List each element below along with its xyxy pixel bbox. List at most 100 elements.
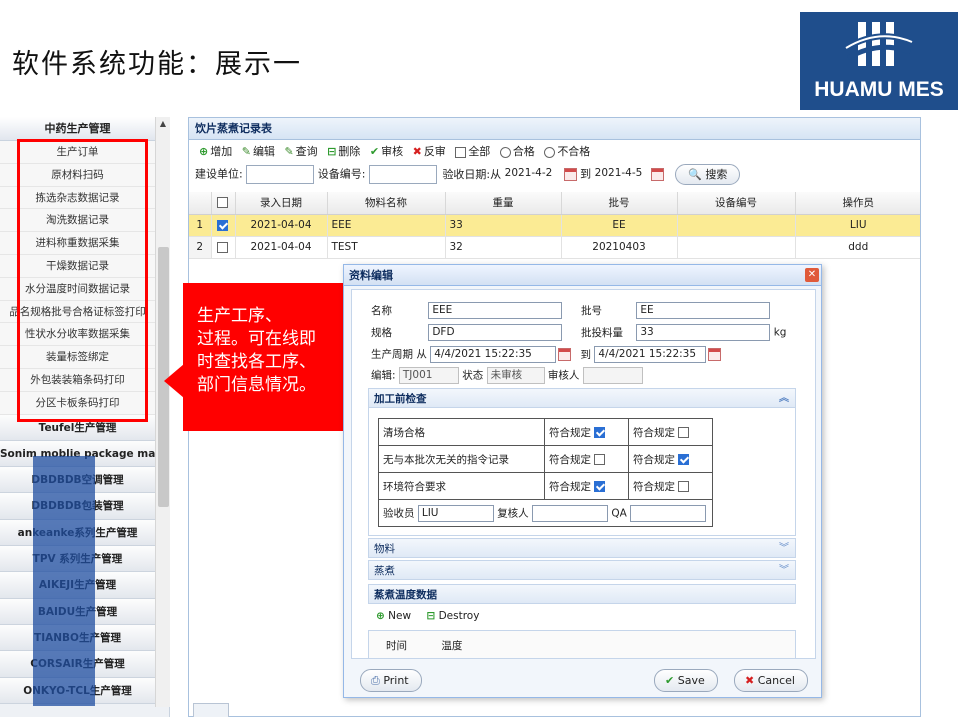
table-row[interactable]: 2 2021-04-04 TEST 32 20210403 ddd	[189, 236, 920, 259]
unaudit-button[interactable]: ✖ 反审	[413, 143, 446, 159]
destroy-button[interactable]: ⊟ Destroy	[426, 610, 479, 622]
name-input[interactable]: EEE	[428, 302, 563, 319]
menu-item[interactable]: 生产订单	[0, 141, 155, 164]
scroll-up-icon[interactable]: ▲	[156, 117, 170, 131]
date-to-input[interactable]: 2021-4-5	[594, 165, 649, 184]
menu-item[interactable]: 品名规格批号合格证标签打印	[0, 301, 155, 324]
row-select[interactable]	[211, 214, 236, 237]
col-header[interactable]: 物料名称	[327, 192, 446, 215]
menu-group-header[interactable]: DBDBDB空调管理	[0, 467, 155, 494]
menu-item[interactable]: 装量标签绑定	[0, 346, 155, 369]
audit-button[interactable]: ✔ 审核	[370, 143, 403, 159]
menu-group-header-active[interactable]: 中药生产管理	[0, 117, 155, 141]
bottom-tab[interactable]	[193, 703, 229, 717]
checkbox-checked-icon[interactable]	[678, 454, 690, 465]
checkbox-icon[interactable]	[216, 197, 228, 209]
menu-item[interactable]: 淘洗数据记录	[0, 209, 155, 233]
menu-item[interactable]: 水分温度时间数据记录	[0, 278, 155, 301]
chevron-up-icon[interactable]: ︽	[779, 389, 789, 409]
code-input[interactable]: TJ001	[398, 367, 459, 384]
qa-input[interactable]	[630, 504, 707, 522]
inspector-input[interactable]: LIU	[417, 504, 494, 522]
menu-item[interactable]: 原材料扫码	[0, 164, 155, 187]
col-header[interactable]: 批号	[561, 192, 678, 215]
table-row[interactable]: 1 2021-04-04 EEE 33 EE LIU	[189, 214, 920, 237]
row-select[interactable]	[211, 236, 236, 259]
qty-input[interactable]: 33	[636, 324, 771, 341]
unit-input[interactable]	[246, 165, 315, 184]
batch-input[interactable]: EE	[636, 302, 771, 319]
dialog-title-bar[interactable]: 资料编辑 ✕	[344, 265, 821, 286]
section-steam[interactable]: 蒸煮 ︾	[368, 560, 796, 580]
cycle-to-input[interactable]: 4/4/2021 15:22:35	[594, 346, 707, 363]
col-header[interactable]: 时间	[386, 638, 438, 653]
auditor-input[interactable]	[582, 367, 643, 384]
col-header[interactable]: 温度	[441, 640, 462, 652]
menu-item[interactable]: 分区卡板条码打印	[0, 392, 155, 415]
menu-item[interactable]: 干燥数据记录	[0, 255, 155, 278]
menu-group-header[interactable]: Sonim moblie package manage	[0, 440, 155, 468]
menu-group-header[interactable]: DBDBDB包装管理	[0, 493, 155, 520]
menu-scrollbar[interactable]: ▲	[155, 117, 170, 707]
menu-group-header[interactable]: ONKYO-TCL生产管理	[0, 677, 155, 704]
check-cell-a[interactable]: 符合规定	[544, 445, 629, 473]
check-cell-a[interactable]: 符合规定	[544, 418, 629, 446]
search-button[interactable]: 🔍 搜索	[675, 164, 741, 185]
calendar-icon[interactable]	[650, 168, 664, 181]
menu-item[interactable]: 进料称重数据采集	[0, 232, 155, 255]
reviewer-input[interactable]	[532, 504, 609, 522]
save-button[interactable]: ✔ Save	[654, 669, 718, 692]
menu-group-header[interactable]: AIKEJI生产管理	[0, 572, 155, 599]
date-from-input[interactable]: 2021-4-2	[504, 165, 562, 184]
cancel-button[interactable]: ✖ Cancel	[734, 669, 808, 692]
cycle-from-input[interactable]: 4/4/2021 15:22:35	[430, 346, 557, 363]
chevron-down-icon[interactable]: ︾	[779, 561, 789, 581]
checkbox-checked-icon[interactable]	[594, 427, 606, 438]
menu-item[interactable]: 性状水分收率数据采集	[0, 323, 155, 347]
chevron-down-icon[interactable]: ︾	[779, 539, 789, 559]
checkbox-checked-icon[interactable]	[594, 481, 606, 492]
checkbox-icon[interactable]	[455, 146, 467, 158]
device-input[interactable]	[368, 165, 437, 184]
calendar-icon[interactable]	[558, 348, 572, 361]
check-cell-a[interactable]: 符合规定	[544, 472, 629, 500]
status-input[interactable]: 未审核	[486, 367, 545, 384]
calendar-icon[interactable]	[708, 348, 722, 361]
query-button[interactable]: ✎ 查询	[284, 143, 317, 159]
check-cell-b[interactable]: 符合规定	[628, 445, 713, 473]
checkbox-icon[interactable]	[594, 454, 606, 465]
section-precheck[interactable]: 加工前检查 ︽	[368, 388, 796, 408]
spec-input[interactable]: DFD	[428, 324, 563, 341]
col-header[interactable]: 操作员	[795, 192, 920, 215]
print-button[interactable]: ⎙ Print	[360, 669, 422, 692]
delete-button[interactable]: ⊟ 删除	[327, 143, 360, 159]
filter-all-checkbox[interactable]: 全部	[455, 143, 490, 159]
menu-group-header[interactable]: CORSAIR生产管理	[0, 651, 155, 678]
add-button[interactable]: ⊕ 增加	[199, 143, 232, 159]
checkbox-icon[interactable]	[678, 427, 690, 438]
col-header[interactable]: 设备编号	[677, 192, 796, 215]
filter-pass-radio[interactable]: 合格	[499, 143, 535, 159]
menu-group-header[interactable]: TIANBO生产管理	[0, 624, 155, 652]
check-cell-b[interactable]: 符合规定	[628, 472, 713, 500]
radio-icon[interactable]	[544, 146, 556, 158]
check-cell-b[interactable]: 符合规定	[628, 418, 713, 446]
calendar-icon[interactable]	[563, 168, 577, 181]
menu-group-header[interactable]: TPV 系列生产管理	[0, 546, 155, 573]
checkbox-icon[interactable]	[678, 481, 690, 492]
menu-group-header[interactable]: Teufel生产管理	[0, 414, 155, 441]
checkbox-icon[interactable]	[216, 241, 228, 253]
col-header[interactable]: 录入日期	[235, 192, 328, 215]
select-all-header[interactable]	[211, 192, 236, 215]
new-button[interactable]: ⊕ New	[376, 610, 411, 622]
close-icon[interactable]: ✕	[805, 268, 819, 282]
menu-group-header[interactable]: BAIDU生产管理	[0, 598, 155, 625]
checkbox-checked-icon[interactable]	[216, 219, 228, 231]
menu-item[interactable]: 外包装装箱条码打印	[0, 369, 155, 392]
col-header[interactable]: 重量	[445, 192, 562, 215]
radio-icon[interactable]	[499, 146, 511, 158]
menu-item[interactable]: 拣选杂志数据记录	[0, 187, 155, 210]
section-material[interactable]: 物料 ︾	[368, 538, 796, 558]
menu-group-header[interactable]: ankeanke系列生产管理	[0, 519, 155, 547]
filter-fail-radio[interactable]: 不合格	[544, 143, 590, 159]
